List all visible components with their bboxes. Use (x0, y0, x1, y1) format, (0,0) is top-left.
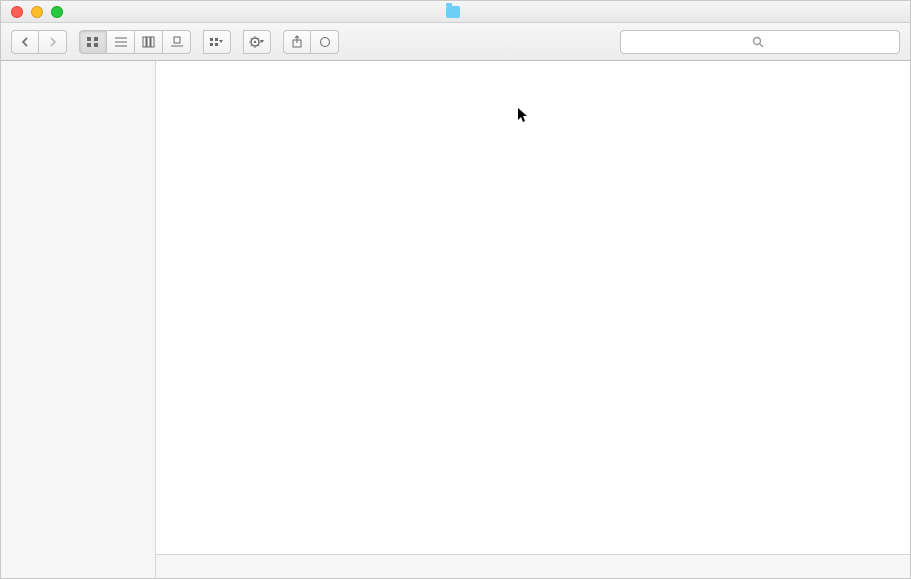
close-button[interactable] (11, 6, 23, 18)
forward-button[interactable] (39, 30, 67, 54)
toolbar (1, 23, 910, 61)
arrange-button[interactable] (203, 30, 231, 54)
column-view-button[interactable] (135, 30, 163, 54)
share-button[interactable] (283, 30, 311, 54)
coverflow-view-button[interactable] (163, 30, 191, 54)
folder-icon (446, 6, 460, 18)
icon-view-button[interactable] (79, 30, 107, 54)
content-area (156, 61, 910, 578)
path-bar (156, 554, 910, 578)
back-button[interactable] (11, 30, 39, 54)
tags-button[interactable] (311, 30, 339, 54)
zoom-button[interactable] (51, 6, 63, 18)
sidebar (1, 61, 156, 578)
minimize-button[interactable] (31, 6, 43, 18)
file-grid[interactable] (156, 61, 910, 554)
view-switcher (79, 30, 191, 54)
search-icon (752, 36, 764, 48)
finder-window (0, 0, 911, 579)
traffic-lights (1, 6, 63, 18)
list-view-button[interactable] (107, 30, 135, 54)
nav-buttons (11, 30, 67, 54)
titlebar (1, 1, 910, 23)
window-title (1, 6, 910, 18)
search-field[interactable] (620, 30, 900, 54)
action-button[interactable] (243, 30, 271, 54)
